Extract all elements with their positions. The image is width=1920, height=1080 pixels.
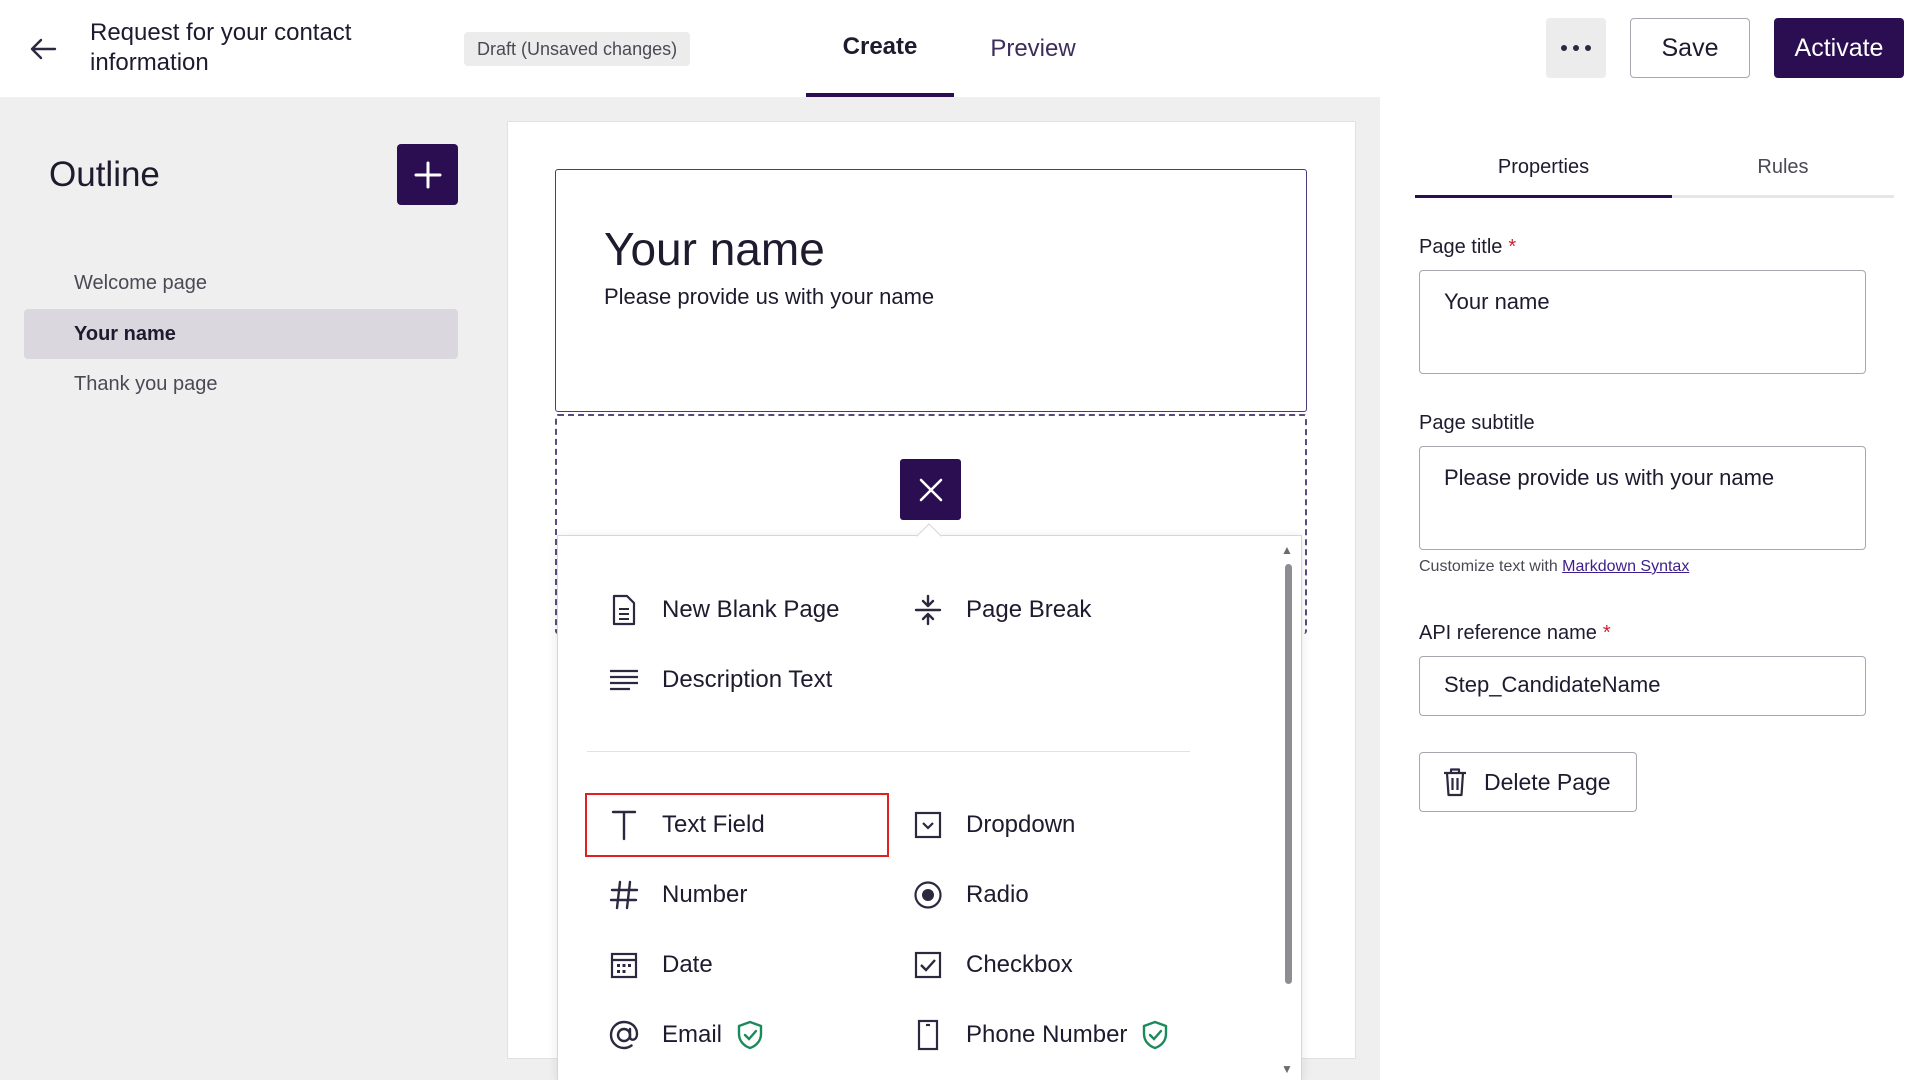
dropdown-icon <box>910 807 946 843</box>
plus-icon <box>414 161 441 188</box>
phone-icon <box>910 1017 946 1053</box>
menu-item-text-field[interactable]: Text Field <box>585 793 889 857</box>
page-icon <box>606 592 642 628</box>
menu-item-label: Date <box>662 951 713 978</box>
menu-item-radio[interactable]: Radio <box>910 865 1029 925</box>
radio-icon <box>910 877 946 913</box>
page-card-title: Your name <box>604 223 825 275</box>
status-badge: Draft (Unsaved changes) <box>464 32 691 66</box>
page-card-subtitle: Please provide us with your name <box>604 284 935 309</box>
page-card[interactable]: Your name Please provide us with your na… <box>555 169 1307 412</box>
save-button[interactable]: Save <box>1630 18 1750 78</box>
trash-icon <box>1442 767 1468 797</box>
menu-item-label: Text Field <box>662 811 765 838</box>
top-bar: Request for your contact information Dra… <box>0 0 1920 97</box>
api-reference-field[interactable]: Step_CandidateName <box>1419 656 1866 716</box>
more-horizontal-icon <box>1561 45 1591 51</box>
menu-item-checkbox[interactable]: Checkbox <box>910 935 1073 995</box>
verified-shield-icon <box>736 1020 764 1050</box>
activate-button[interactable]: Activate <box>1774 18 1904 78</box>
menu-item-phone-number[interactable]: Phone Number <box>910 1005 1169 1065</box>
markdown-syntax-link[interactable]: Markdown Syntax <box>1562 558 1689 575</box>
menu-item-date[interactable]: Date <box>606 935 713 995</box>
more-options-button[interactable] <box>1546 18 1606 78</box>
page-title-field[interactable]: Your name <box>1419 270 1866 374</box>
menu-item-email[interactable]: Email <box>606 1005 764 1065</box>
hash-icon <box>606 877 642 913</box>
menu-item-label: Page Break <box>966 596 1092 623</box>
required-marker: * <box>1508 236 1517 258</box>
menu-item-label: Number <box>662 881 748 908</box>
outline-item-thank-you[interactable]: Thank you page <box>24 359 458 409</box>
outline-item-welcome[interactable]: Welcome page <box>24 258 458 308</box>
form-title: Request for your contact information <box>90 19 352 76</box>
menu-divider <box>587 751 1190 752</box>
menu-item-number[interactable]: Number <box>606 865 747 925</box>
back-button[interactable] <box>26 32 60 66</box>
arrow-left-icon <box>30 38 57 60</box>
menu-item-new-blank-page[interactable]: New Blank Page <box>606 580 839 640</box>
page-title-label: Page title * <box>1419 236 1517 258</box>
page-subtitle-label: Page subtitle <box>1419 412 1535 434</box>
text-icon <box>606 807 642 843</box>
outline-title: Outline <box>49 155 160 194</box>
menu-item-label: Checkbox <box>966 951 1073 978</box>
menu-item-label: Dropdown <box>966 811 1076 838</box>
tab-create[interactable]: Create <box>806 0 954 97</box>
delete-page-button[interactable]: Delete Page <box>1419 752 1637 812</box>
at-icon <box>606 1017 642 1053</box>
close-icon <box>919 478 942 501</box>
page-break-icon <box>910 592 946 628</box>
required-marker: * <box>1602 622 1611 644</box>
menu-scrollbar-thumb[interactable] <box>1285 564 1292 984</box>
outline-item-your-name[interactable]: Your name <box>24 309 458 359</box>
tab-properties[interactable]: Properties <box>1415 140 1672 198</box>
tab-rules[interactable]: Rules <box>1672 140 1894 198</box>
menu-item-label: New Blank Page <box>662 596 840 623</box>
delete-page-label: Delete Page <box>1484 768 1611 795</box>
verified-shield-icon <box>1141 1020 1169 1050</box>
menu-item-label: Email <box>662 1021 723 1048</box>
scroll-down-arrow-icon[interactable]: ▼ <box>1281 1062 1293 1076</box>
menu-item-page-break[interactable]: Page Break <box>910 580 1091 640</box>
calendar-icon <box>606 947 642 983</box>
checkbox-icon <box>910 947 946 983</box>
menu-item-label: Phone Number <box>966 1021 1128 1048</box>
tab-preview[interactable]: Preview <box>970 0 1096 97</box>
add-page-button[interactable] <box>397 144 458 205</box>
close-insert-button[interactable] <box>900 459 961 520</box>
menu-item-label: Description Text <box>662 666 833 693</box>
description-icon <box>606 662 642 698</box>
markdown-help-text: Customize text with Markdown Syntax <box>1419 558 1690 575</box>
menu-item-dropdown[interactable]: Dropdown <box>910 795 1075 855</box>
menu-item-description-text[interactable]: Description Text <box>606 650 832 710</box>
page-subtitle-field[interactable]: Please provide us with your name <box>1419 446 1866 550</box>
scroll-up-arrow-icon[interactable]: ▲ <box>1281 543 1293 557</box>
api-reference-label: API reference name * <box>1419 622 1611 644</box>
menu-item-label: Radio <box>966 881 1029 908</box>
